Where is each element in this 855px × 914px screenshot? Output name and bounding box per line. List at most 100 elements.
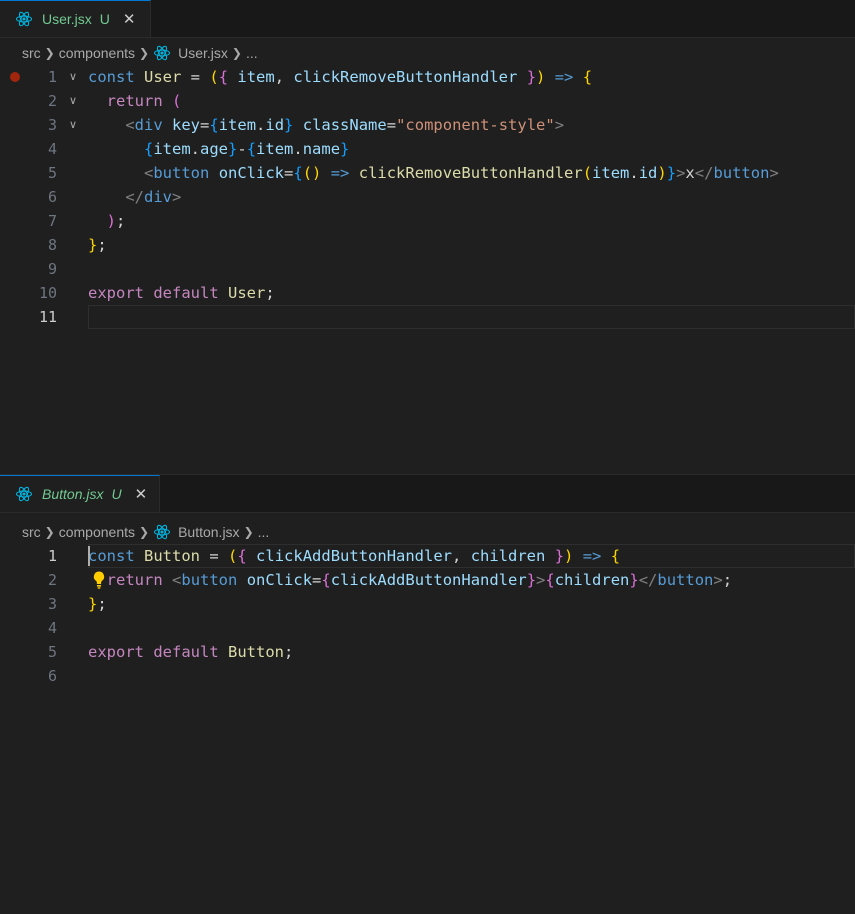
fold-chevron-icon[interactable]: ∨ [66,89,80,113]
code-line[interactable]: 6 [0,664,855,688]
chevron-right-icon: ❯ [139,46,150,60]
code-token: ( [228,547,238,565]
code-token: { [321,571,331,589]
code-token: = [386,116,397,134]
chevron-right-icon: ❯ [44,46,55,60]
code-token: button [657,571,714,589]
code-text: const Button = ({ clickAddButtonHandler,… [88,544,620,568]
code-token: < [144,164,154,182]
code-token: item [153,140,191,158]
code-line[interactable]: 3 ∨ <div key={item.id} className="compone… [0,113,855,137]
code-token: } [554,547,565,565]
code-token: < [125,116,135,134]
close-icon[interactable]: ✕ [135,485,148,503]
code-token: ; [265,284,275,302]
code-token: { [545,571,555,589]
code-line[interactable]: 9 [0,257,855,281]
breadcrumb-item-components[interactable]: components [59,524,135,540]
code-token: > [536,571,546,589]
code-token: User [228,284,266,302]
tab-label: Button.jsx [42,486,104,502]
code-line[interactable]: 2 return <button onClick={clickAddButton… [0,568,855,592]
code-token: { [610,547,621,565]
fold-chevron-icon[interactable]: ∨ [66,113,80,137]
code-token: clickRemoveButtonHandler [293,68,518,86]
code-line[interactable]: 1 ∨ const User = ({ item, clickRemoveButto… [0,65,855,89]
code-token: default [153,284,219,302]
code-line[interactable]: 3}; [0,592,855,616]
code-text: {item.age}-{item.name} [88,137,349,161]
code-token: } [284,116,294,134]
code-editor[interactable]: 1 ∨ const User = ({ item, clickRemoveButto… [0,65,855,329]
code-line[interactable]: 4 {item.age}-{item.name} [0,137,855,161]
tab-button-jsx[interactable]: Button.jsx U ✕ [0,475,160,512]
current-line-highlight [88,305,855,329]
code-token: ; [284,643,294,661]
tab-user-jsx[interactable]: User.jsx U ✕ [0,0,151,37]
breadcrumb-item-file[interactable]: Button.jsx [178,524,239,540]
code-token: ( [172,92,182,110]
breadcrumb-item-src[interactable]: src [22,524,41,540]
code-token: = [284,164,294,182]
lightbulb-icon[interactable] [91,570,107,590]
code-token: clickRemoveButtonHandler [358,164,583,182]
code-line[interactable]: 11 [0,305,855,329]
code-token: > [713,571,723,589]
breadcrumb-item-file[interactable]: User.jsx [178,45,228,61]
code-line[interactable]: 5 export default Button; [0,640,855,664]
breadcrumb-item-components[interactable]: components [59,45,135,61]
code-token: } [526,68,537,86]
untracked-badge: U [99,11,110,27]
code-editor[interactable]: 1 const Button = ({ clickAddButtonHandler… [0,544,855,688]
code-line[interactable]: 5 <button onClick={() => clickRemoveButt… [0,161,855,185]
code-token: ; [722,571,733,589]
code-line[interactable]: 10 export default User; [0,281,855,305]
breadcrumb-item-symbol[interactable]: ... [258,524,270,540]
breadcrumb-item-symbol[interactable]: ... [246,45,258,61]
code-line[interactable]: 6 </div> [0,185,855,209]
code-token: ; [97,595,107,613]
code-line[interactable]: 4 [0,616,855,640]
line-number: 1 [47,547,57,565]
chevron-right-icon: ❯ [231,46,242,60]
breadcrumb: src ❯ components ❯ User.jsx ❯ ... [22,42,258,64]
code-line[interactable]: 7 ); [0,209,855,233]
line-number: 1 [47,68,57,86]
code-token: button [181,571,238,589]
code-line[interactable]: 8}; [0,233,855,257]
close-icon[interactable]: ✕ [123,10,136,28]
react-icon [14,9,34,29]
code-text: </div> [88,185,181,209]
code-token: export [88,284,144,302]
code-token: , [274,68,294,86]
code-line[interactable]: 1 const Button = ({ clickAddButtonHandler… [0,544,855,568]
code-token: id [638,164,658,182]
breadcrumb-item-src[interactable]: src [22,45,41,61]
code-text: return ( [88,89,182,113]
code-text: <button onClick={() => clickRemoveButton… [88,161,779,185]
code-token: children [470,547,546,565]
code-line[interactable]: 2 ∨ return ( [0,89,855,113]
line-number: 10 [38,284,57,302]
line-number: 9 [47,260,57,278]
chevron-right-icon: ❯ [243,525,254,539]
code-token: > [172,188,182,206]
fold-chevron-icon[interactable]: ∨ [66,65,80,89]
code-token: children [554,571,630,589]
code-token: } [340,140,350,158]
code-token: => [582,547,602,565]
code-token: clickAddButtonHandler [256,547,453,565]
